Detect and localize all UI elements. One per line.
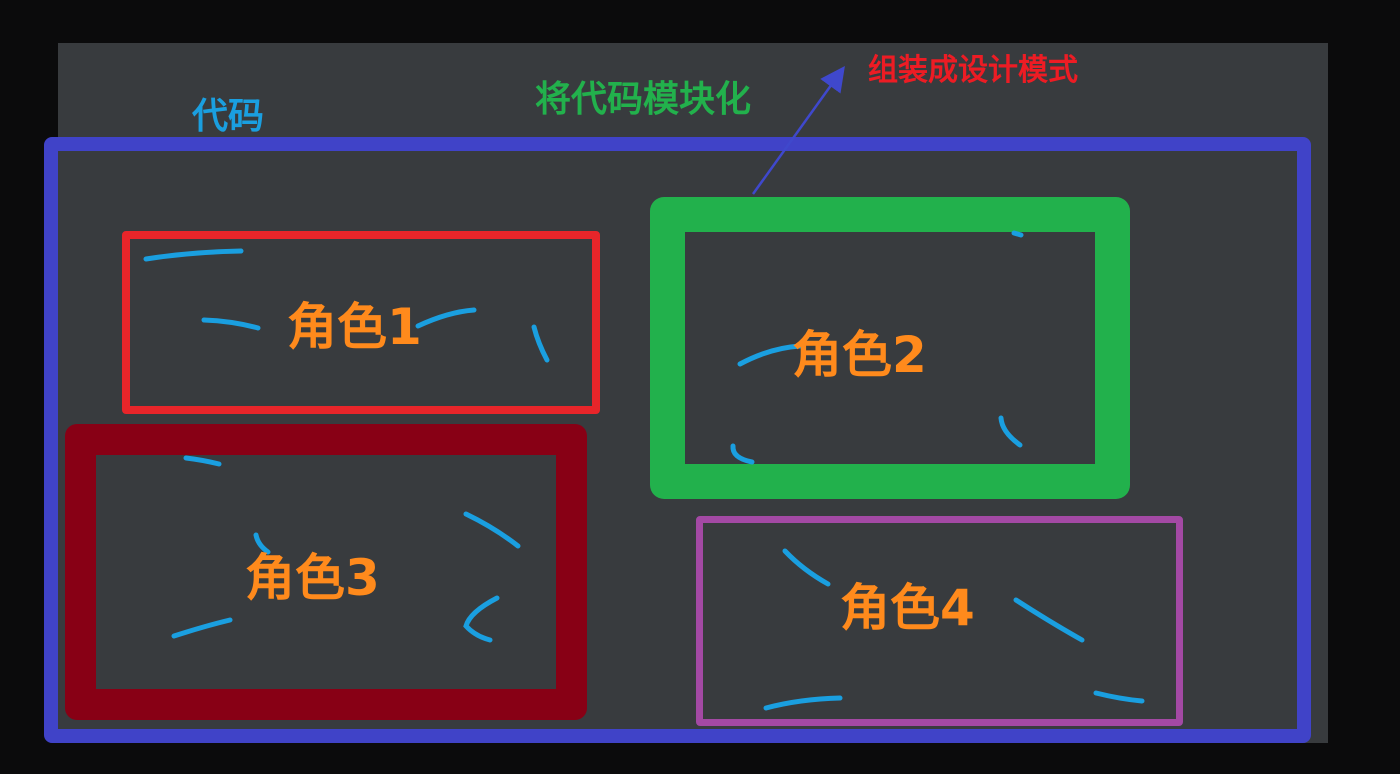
code-stroke-icon [1093,690,1145,704]
code-stroke-icon [531,324,550,363]
role1-label: 角色1 [287,298,422,356]
code-stroke-icon [763,695,843,711]
code-stroke-icon [463,511,521,549]
modularize-label: 将代码模块化 [535,79,752,120]
code-stroke-icon [201,317,261,331]
code-title: 代码 [192,96,265,137]
arrow-up-right-icon [751,65,845,195]
code-stroke-icon [737,343,803,367]
code-stroke-icon [143,248,244,262]
code-stroke-icon [782,548,831,587]
code-stroke-icon [183,455,222,467]
code-stroke-icon [1013,597,1085,643]
code-stroke-icon [1011,230,1024,238]
code-stroke-icon [463,595,500,643]
code-stroke-icon [730,443,755,465]
code-stroke-icon [171,617,233,639]
code-stroke-icon [415,307,477,329]
role4-label: 角色4 [840,579,975,637]
role2-label: 角色2 [792,326,927,384]
assemble-pattern-label: 组装成设计模式 [868,53,1078,88]
code-stroke-icon [998,415,1023,448]
role3-label: 角色3 [245,549,380,607]
